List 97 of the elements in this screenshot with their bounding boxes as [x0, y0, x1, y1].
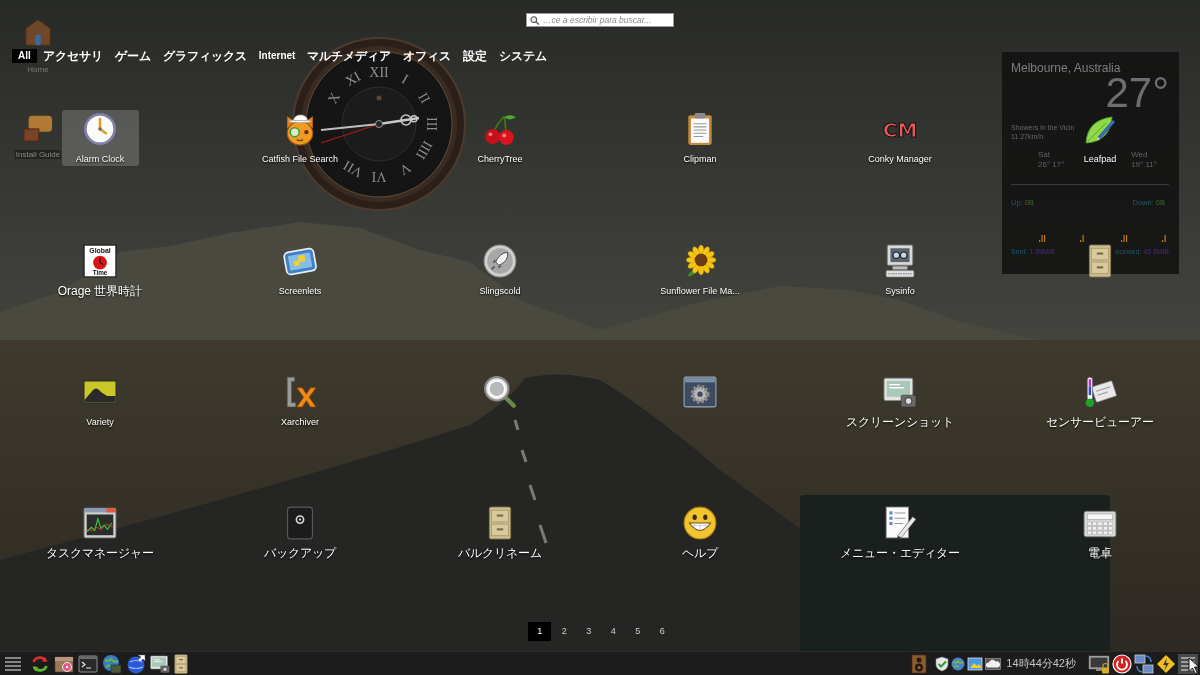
clock-numeral: III	[423, 117, 439, 131]
monitor-camera-icon[interactable]	[150, 653, 170, 674]
clock-numeral: VI	[371, 168, 387, 184]
clock-numeral: IIII	[412, 138, 436, 162]
app-launcher-item[interactable]: Catfish File Search	[262, 110, 338, 165]
app-launcher-item[interactable]: タスクマネージャー	[46, 504, 154, 559]
category-tab[interactable]: 設定	[457, 49, 494, 63]
speaker-icon[interactable]	[911, 653, 928, 674]
app-launcher-item[interactable]: CherryTree	[477, 110, 523, 165]
app-launcher-item[interactable]: CM Conky Manager	[868, 110, 932, 165]
forecast-temps: 19° 11°	[1131, 160, 1157, 170]
file-cabinet-icon[interactable]	[174, 653, 188, 674]
page-button[interactable]: 6	[650, 622, 674, 641]
network-icon[interactable]	[1134, 653, 1154, 674]
clipboard-icon	[687, 112, 713, 146]
desktop-icon-label[interactable]: Install Guide	[14, 150, 62, 159]
page-button[interactable]: 5	[626, 622, 650, 641]
app-launcher-item[interactable]: Slingscold	[479, 242, 521, 297]
location-text: Melbourne, Australia	[1011, 61, 1121, 75]
clock-numeral: II	[415, 90, 433, 106]
mouse-pointer-icon	[1188, 657, 1199, 674]
shield-check-icon[interactable]	[935, 655, 950, 672]
app-launcher-item[interactable]	[683, 373, 717, 409]
page-button[interactable]: 4	[601, 622, 625, 641]
app-launcher-item[interactable]: Variety	[83, 373, 117, 428]
app-launcher-item[interactable]: バルクリネーム	[458, 504, 542, 559]
document-pencil-icon	[883, 506, 917, 540]
alarm-clock-icon	[83, 112, 117, 146]
speech-bubble-icon[interactable]	[23, 113, 53, 143]
forecast-day: Sat	[1038, 150, 1050, 160]
globe-box-icon[interactable]	[102, 653, 122, 674]
dial-box-icon	[286, 506, 314, 540]
forecast-day: Wed	[1131, 150, 1148, 160]
app-launcher-item[interactable]	[1088, 242, 1112, 278]
app-launcher-item[interactable]: メニュー・エディター	[840, 504, 960, 559]
magnifier-icon	[483, 375, 517, 409]
cloud-icon[interactable]	[985, 657, 1002, 670]
clock-numeral: I	[399, 71, 411, 87]
temperature-text: 27°	[1105, 77, 1169, 109]
forecast-temps: 26° 17°	[1038, 160, 1065, 170]
app-launcher-item[interactable]: Xarchiver	[281, 373, 319, 428]
thermometer-card-icon	[1083, 375, 1117, 409]
page-button[interactable]: 2	[552, 622, 576, 641]
gear-window-icon	[683, 375, 717, 409]
computer-icon	[883, 244, 917, 278]
refresh-icon[interactable]	[30, 653, 50, 674]
category-tab[interactable]: システム	[493, 49, 554, 63]
app-launcher-item[interactable]: Screenlets	[278, 242, 322, 297]
app-launcher-item[interactable]: ヘルプ	[682, 504, 718, 559]
category-tab[interactable]: アクセサリ	[36, 49, 109, 63]
clock-numeral: V	[396, 160, 414, 179]
taskbar-clock[interactable]: 14時44分42秒	[1006, 657, 1076, 670]
file-cabinet-icon	[1088, 244, 1112, 278]
file-cabinet-icon	[488, 506, 512, 540]
globe-icon[interactable]	[951, 656, 966, 671]
search-field[interactable]: …ce a escribir para buscar...	[526, 13, 674, 27]
upload-graph-drawing	[1039, 234, 1085, 242]
logo-text: CM	[882, 118, 918, 142]
search-icon	[530, 15, 540, 25]
app-launcher-item[interactable]: Leafpad	[1083, 110, 1117, 165]
picture-icon[interactable]	[967, 656, 984, 671]
power-icon[interactable]	[1112, 653, 1132, 674]
update-icon[interactable]	[1156, 653, 1176, 674]
smiley-icon	[683, 506, 717, 540]
category-tab[interactable]: マルチメディア	[301, 49, 398, 63]
app-launcher-item[interactable]: Alarm Clock	[61, 110, 139, 166]
leaf-pencil-icon	[1084, 113, 1116, 145]
category-tab[interactable]: オフィス	[397, 49, 458, 63]
app-launcher-item[interactable]: Clipman	[683, 110, 717, 165]
page-button[interactable]: 3	[577, 622, 601, 641]
app-launcher-item[interactable]: センサービューアー	[1046, 373, 1154, 428]
clock-numeral: XII	[369, 64, 389, 80]
app-launcher-item[interactable]: 電卓	[1083, 504, 1117, 559]
category-tab[interactable]: All	[12, 49, 37, 63]
graph-window-icon	[83, 506, 117, 540]
package-icon[interactable]	[54, 653, 74, 674]
monitor-camera-icon	[883, 375, 917, 409]
download-graph-drawing	[1121, 234, 1167, 242]
monitor-lock-icon[interactable]	[1088, 653, 1110, 674]
app-launcher-item[interactable]: Sysinfo	[883, 242, 917, 297]
app-launcher-item[interactable]	[483, 373, 517, 409]
category-tab[interactable]: ゲーム	[108, 49, 157, 63]
cherries-icon	[483, 112, 517, 146]
app-launcher-item[interactable]: Sunflower File Ma...	[660, 242, 740, 297]
category-tab[interactable]: Internet	[252, 49, 302, 63]
clock-numeral: X	[324, 89, 343, 107]
clock-numeral: XI	[342, 68, 364, 90]
app-launcher-item[interactable]: バックアップ	[264, 504, 336, 559]
terminal-icon[interactable]	[78, 653, 98, 674]
app-launcher-item[interactable]: スクリーンショット	[846, 373, 954, 428]
house-icon[interactable]	[23, 17, 53, 47]
category-tab[interactable]: グラフィックス	[156, 49, 253, 63]
rocket-icon	[483, 244, 517, 278]
clock-numeral: VII	[340, 157, 366, 181]
sunflower-icon	[683, 244, 717, 278]
landscape-icon	[83, 380, 117, 404]
page-button[interactable]: 1	[528, 622, 552, 641]
